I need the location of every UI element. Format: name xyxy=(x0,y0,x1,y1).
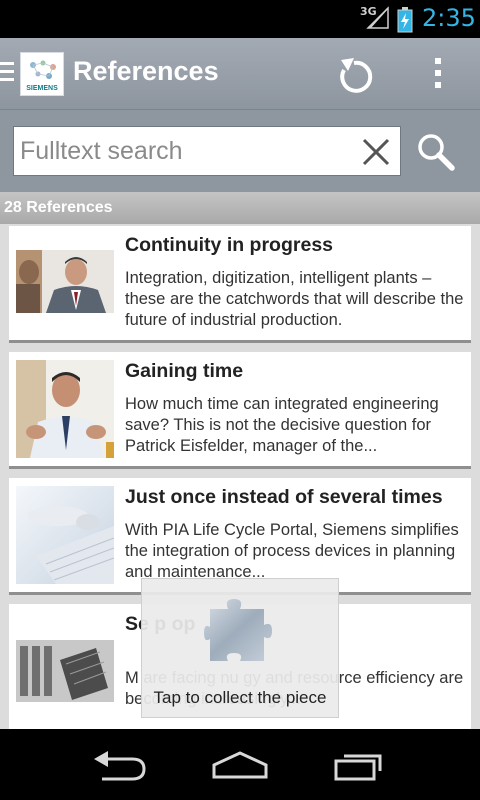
reference-thumbnail xyxy=(16,486,114,584)
search-bar xyxy=(0,110,480,192)
battery-charging-icon xyxy=(397,7,413,33)
reference-description: How much time can integrated engineering… xyxy=(125,395,439,455)
page-title: References xyxy=(73,56,219,86)
clock: 2:35 xyxy=(422,4,476,32)
reference-description: Integration, digitization, intelligent p… xyxy=(125,269,464,329)
reference-thumbnail xyxy=(16,360,114,458)
list-item[interactable]: Gaining time How much time can integrate… xyxy=(9,352,471,466)
list-item[interactable]: Just once instead of several times With … xyxy=(9,478,471,592)
collect-piece-popup[interactable]: Tap to collect the piece xyxy=(141,578,339,718)
list-header: 28 References xyxy=(0,192,480,224)
app-logo[interactable]: SIEMENS xyxy=(20,52,64,96)
signal-icon xyxy=(366,6,389,29)
reference-title: Gaining time xyxy=(125,360,244,382)
status-bar: 3G 2:35 xyxy=(0,0,480,38)
action-bar: SIEMENS References xyxy=(0,38,480,110)
search-field-container xyxy=(13,126,401,176)
list-item[interactable]: Continuity in progress Integration, digi… xyxy=(9,226,471,340)
reference-title: Just once instead of several times xyxy=(125,486,443,508)
reference-count: 28 References xyxy=(4,199,113,216)
recent-apps-icon[interactable] xyxy=(330,747,390,783)
back-icon[interactable] xyxy=(90,747,150,783)
logo-wordmark: SIEMENS xyxy=(26,85,58,92)
reference-description: With PIA Life Cycle Portal, Siemens simp… xyxy=(125,521,459,581)
search-input[interactable] xyxy=(20,127,350,175)
network-graphic-icon xyxy=(30,60,56,79)
reference-thumbnail xyxy=(16,250,114,313)
refresh-icon[interactable] xyxy=(334,56,374,96)
reference-thumbnail xyxy=(16,640,114,702)
collect-piece-message: Tap to collect the piece xyxy=(153,688,327,707)
clear-icon[interactable] xyxy=(360,136,392,168)
navigation-bar xyxy=(0,729,480,800)
search-icon[interactable] xyxy=(416,132,456,172)
home-icon[interactable] xyxy=(210,747,270,783)
menu-icon[interactable] xyxy=(0,62,14,86)
puzzle-piece-icon xyxy=(204,599,272,661)
reference-title: Continuity in progress xyxy=(125,234,334,256)
overflow-menu-icon[interactable] xyxy=(430,58,446,92)
